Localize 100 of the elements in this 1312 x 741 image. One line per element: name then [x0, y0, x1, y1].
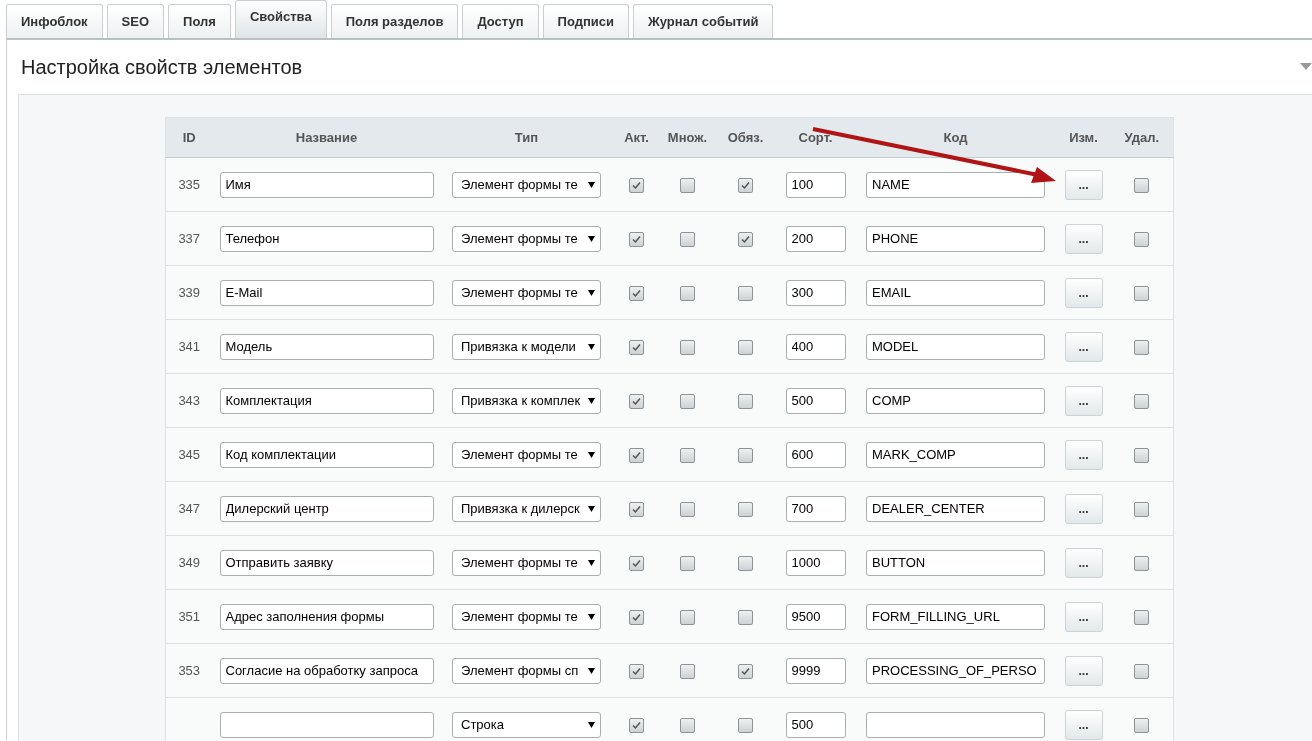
type-select[interactable]: Элемент формы сп	[452, 657, 601, 684]
tab[interactable]: Подписи	[542, 4, 630, 38]
type-select[interactable]: Строка	[452, 711, 601, 738]
checkbox[interactable]	[738, 393, 753, 409]
checkbox[interactable]	[629, 717, 644, 733]
checkbox[interactable]	[629, 447, 644, 463]
type-select[interactable]: Элемент формы те	[452, 549, 601, 576]
tab[interactable]: Доступ	[462, 4, 539, 38]
sort-field[interactable]: 100	[785, 171, 846, 198]
checkbox[interactable]	[680, 717, 695, 733]
type-select[interactable]: Элемент формы те	[452, 603, 601, 630]
code-field[interactable]: BUTTON	[866, 549, 1045, 576]
sort-field[interactable]: 1000	[785, 549, 846, 576]
type-select[interactable]: Привязка к комплек	[452, 387, 601, 414]
checkbox[interactable]	[629, 177, 644, 193]
title-field[interactable]: Код комплектации	[219, 441, 434, 468]
edit-button[interactable]: ...	[1064, 385, 1103, 416]
sort-field[interactable]: 600	[785, 441, 846, 468]
code-field[interactable]	[866, 711, 1045, 738]
title-field[interactable]: Отправить заявку	[219, 549, 434, 576]
checkbox[interactable]	[629, 339, 644, 355]
checkbox[interactable]	[1134, 501, 1150, 517]
checkbox[interactable]	[738, 285, 753, 301]
code-field[interactable]: NAME	[866, 171, 1045, 198]
checkbox[interactable]	[629, 555, 644, 571]
checkbox[interactable]	[1134, 609, 1150, 625]
sort-field[interactable]: 500	[785, 711, 846, 738]
checkbox[interactable]	[1134, 555, 1150, 571]
edit-button[interactable]: ...	[1064, 223, 1103, 254]
title-field[interactable]	[219, 711, 434, 738]
tab[interactable]: Поля разделов	[330, 4, 459, 38]
checkbox[interactable]	[738, 609, 753, 625]
sort-field[interactable]: 9500	[785, 603, 846, 630]
edit-button[interactable]: ...	[1064, 547, 1103, 578]
sort-field[interactable]: 400	[785, 333, 846, 360]
checkbox[interactable]	[680, 555, 695, 571]
checkbox[interactable]	[1134, 177, 1150, 193]
code-field[interactable]: PHONE	[866, 225, 1045, 252]
title-field[interactable]: Адрес заполнения формы	[219, 603, 434, 630]
title-field[interactable]: Согласие на обработку запроса	[219, 657, 434, 684]
title-field[interactable]: Комплектация	[219, 387, 434, 414]
checkbox[interactable]	[1134, 393, 1150, 409]
tab[interactable]: SEO	[106, 4, 165, 38]
edit-button[interactable]: ...	[1064, 277, 1103, 308]
checkbox[interactable]	[1134, 285, 1150, 301]
tab[interactable]: Свойства	[234, 0, 327, 38]
collapse-icon[interactable]	[1300, 63, 1312, 71]
edit-button[interactable]: ...	[1064, 493, 1103, 524]
checkbox[interactable]	[680, 663, 695, 679]
tab[interactable]: Инфоблок	[6, 4, 103, 38]
checkbox[interactable]	[629, 663, 644, 679]
edit-button[interactable]: ...	[1064, 169, 1103, 200]
edit-button[interactable]: ...	[1064, 601, 1103, 632]
type-select[interactable]: Элемент формы те	[452, 225, 601, 252]
code-field[interactable]: MARK_COMP	[866, 441, 1045, 468]
checkbox[interactable]	[629, 501, 644, 517]
checkbox[interactable]	[629, 231, 644, 247]
checkbox[interactable]	[680, 285, 695, 301]
title-field[interactable]: E-Mail	[219, 279, 434, 306]
checkbox[interactable]	[680, 339, 695, 355]
checkbox[interactable]	[680, 177, 695, 193]
checkbox[interactable]	[1134, 231, 1150, 247]
type-select[interactable]: Элемент формы те	[452, 441, 601, 468]
tab[interactable]: Поля	[168, 4, 231, 38]
checkbox[interactable]	[1134, 717, 1150, 733]
checkbox[interactable]	[680, 393, 695, 409]
code-field[interactable]: MODEL	[866, 333, 1045, 360]
edit-button[interactable]: ...	[1064, 331, 1103, 362]
tab[interactable]: Журнал событий	[633, 4, 774, 38]
checkbox[interactable]	[1134, 663, 1150, 679]
checkbox[interactable]	[680, 447, 695, 463]
title-field[interactable]: Имя	[219, 171, 434, 198]
sort-field[interactable]: 9999	[785, 657, 846, 684]
type-select[interactable]: Привязка к модели	[452, 333, 601, 360]
type-select[interactable]: Элемент формы те	[452, 279, 601, 306]
checkbox[interactable]	[629, 393, 644, 409]
checkbox[interactable]	[738, 501, 753, 517]
checkbox[interactable]	[629, 285, 644, 301]
title-field[interactable]: Телефон	[219, 225, 434, 252]
checkbox[interactable]	[738, 177, 753, 193]
title-field[interactable]: Дилерский центр	[219, 495, 434, 522]
sort-field[interactable]: 200	[785, 225, 846, 252]
checkbox[interactable]	[680, 609, 695, 625]
checkbox[interactable]	[738, 555, 753, 571]
code-field[interactable]: DEALER_CENTER	[866, 495, 1045, 522]
checkbox[interactable]	[629, 609, 644, 625]
checkbox[interactable]	[738, 717, 753, 733]
checkbox[interactable]	[738, 339, 753, 355]
edit-button[interactable]: ...	[1064, 439, 1103, 470]
checkbox[interactable]	[738, 663, 753, 679]
checkbox[interactable]	[1134, 339, 1150, 355]
code-field[interactable]: EMAIL	[866, 279, 1045, 306]
sort-field[interactable]: 700	[785, 495, 846, 522]
type-select[interactable]: Привязка к дилерск	[452, 495, 601, 522]
checkbox[interactable]	[738, 231, 753, 247]
edit-button[interactable]: ...	[1064, 655, 1103, 686]
code-field[interactable]: COMP	[866, 387, 1045, 414]
title-field[interactable]: Модель	[219, 333, 434, 360]
edit-button[interactable]: ...	[1064, 709, 1103, 740]
checkbox[interactable]	[680, 231, 695, 247]
